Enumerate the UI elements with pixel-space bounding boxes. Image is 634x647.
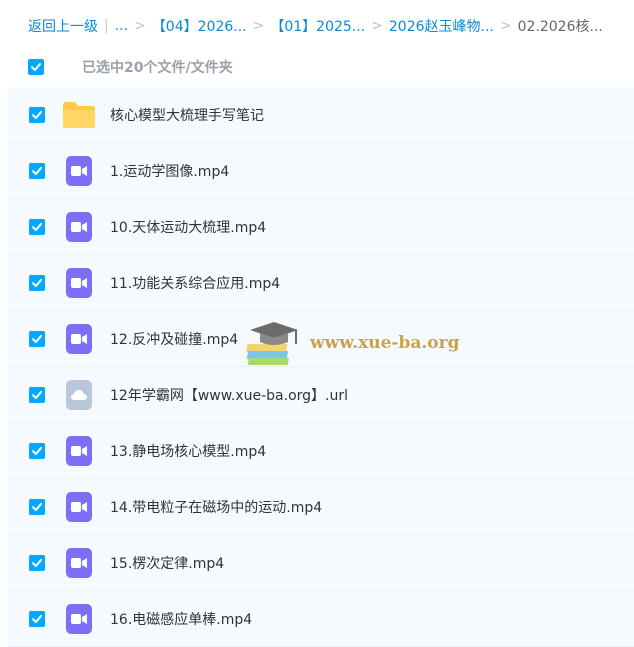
row-checkbox[interactable] — [29, 275, 45, 291]
check-icon — [32, 279, 42, 287]
check-icon — [32, 615, 42, 623]
breadcrumb-divider: | — [104, 18, 109, 34]
graduation-cap-icon — [246, 322, 298, 365]
file-name[interactable]: 13.静电场核心模型.mp4 — [110, 441, 266, 461]
file-row[interactable]: 16.电磁感应单棒.mp4 — [8, 591, 634, 647]
row-checkbox[interactable] — [29, 219, 45, 235]
check-icon — [32, 111, 42, 119]
file-row[interactable]: 11.功能关系综合应用.mp4 — [8, 255, 634, 311]
check-icon — [32, 391, 42, 399]
check-icon — [32, 335, 42, 343]
file-name[interactable]: 14.带电粒子在磁场中的运动.mp4 — [110, 497, 322, 517]
row-checkbox[interactable] — [29, 163, 45, 179]
row-checkbox[interactable] — [29, 499, 45, 515]
check-icon — [32, 447, 42, 455]
watermark: www.xue-ba.org — [246, 318, 459, 368]
breadcrumb-item-1[interactable]: 【04】2026... — [152, 16, 247, 36]
file-name[interactable]: 1.运动学图像.mp4 — [110, 161, 229, 181]
video-icon — [62, 548, 96, 578]
file-row[interactable]: 10.天体运动大梳理.mp4 — [8, 199, 634, 255]
check-icon — [32, 503, 42, 511]
video-icon — [62, 604, 96, 634]
row-checkbox[interactable] — [29, 387, 45, 403]
breadcrumb-ellipsis[interactable]: ... — [115, 18, 128, 34]
check-icon — [31, 63, 41, 71]
chevron-right-icon: > — [252, 18, 265, 34]
file-row[interactable]: 核心模型大梳理手写笔记 — [8, 87, 634, 143]
row-checkbox[interactable] — [29, 331, 45, 347]
check-icon — [32, 223, 42, 231]
chevron-right-icon: > — [134, 18, 146, 34]
check-icon — [32, 167, 42, 175]
file-row[interactable]: 12年学霸网【www.xue-ba.org】.url — [8, 367, 634, 423]
select-all-checkbox[interactable] — [28, 59, 44, 75]
file-name[interactable]: 11.功能关系综合应用.mp4 — [110, 273, 280, 293]
video-icon — [62, 324, 96, 354]
file-row[interactable]: 15.楞次定律.mp4 — [8, 535, 634, 591]
chevron-right-icon: > — [371, 18, 383, 34]
row-checkbox[interactable] — [29, 555, 45, 571]
file-name[interactable]: 12年学霸网【www.xue-ba.org】.url — [110, 385, 348, 405]
row-checkbox[interactable] — [29, 107, 45, 123]
check-icon — [32, 559, 42, 567]
video-icon — [62, 156, 96, 186]
breadcrumb-item-3[interactable]: 2026赵玉峰物... — [389, 16, 494, 36]
chevron-right-icon: > — [499, 18, 512, 34]
row-checkbox[interactable] — [29, 611, 45, 627]
selection-count: 已选中20个文件/文件夹 — [82, 60, 233, 76]
video-icon — [62, 492, 96, 522]
breadcrumb-item-2[interactable]: 【01】2025... — [270, 16, 365, 36]
file-name[interactable]: 16.电磁感应单棒.mp4 — [110, 609, 252, 629]
file-row[interactable]: 14.带电粒子在磁场中的运动.mp4 — [8, 479, 634, 535]
file-name[interactable]: 15.楞次定律.mp4 — [110, 553, 224, 573]
video-icon — [62, 436, 96, 466]
folder-icon — [62, 100, 96, 130]
url-icon — [62, 380, 96, 410]
breadcrumb-current: 02.2026核... — [517, 19, 603, 35]
video-icon — [62, 268, 96, 298]
file-name[interactable]: 10.天体运动大梳理.mp4 — [110, 217, 266, 237]
file-row[interactable]: 13.静电场核心模型.mp4 — [8, 423, 634, 479]
file-name[interactable]: 核心模型大梳理手写笔记 — [110, 105, 264, 125]
breadcrumb: 返回上一级 | ... > 【04】2026... > 【01】2025... … — [28, 16, 603, 36]
selection-bar: 已选中20个文件/文件夹 — [28, 57, 233, 77]
file-name[interactable]: 12.反冲及碰撞.mp4 — [110, 329, 238, 349]
back-link[interactable]: 返回上一级 — [28, 16, 98, 36]
file-row[interactable]: 1.运动学图像.mp4 — [8, 143, 634, 199]
watermark-text: www.xue-ba.org — [310, 333, 460, 353]
row-checkbox[interactable] — [29, 443, 45, 459]
video-icon — [62, 212, 96, 242]
